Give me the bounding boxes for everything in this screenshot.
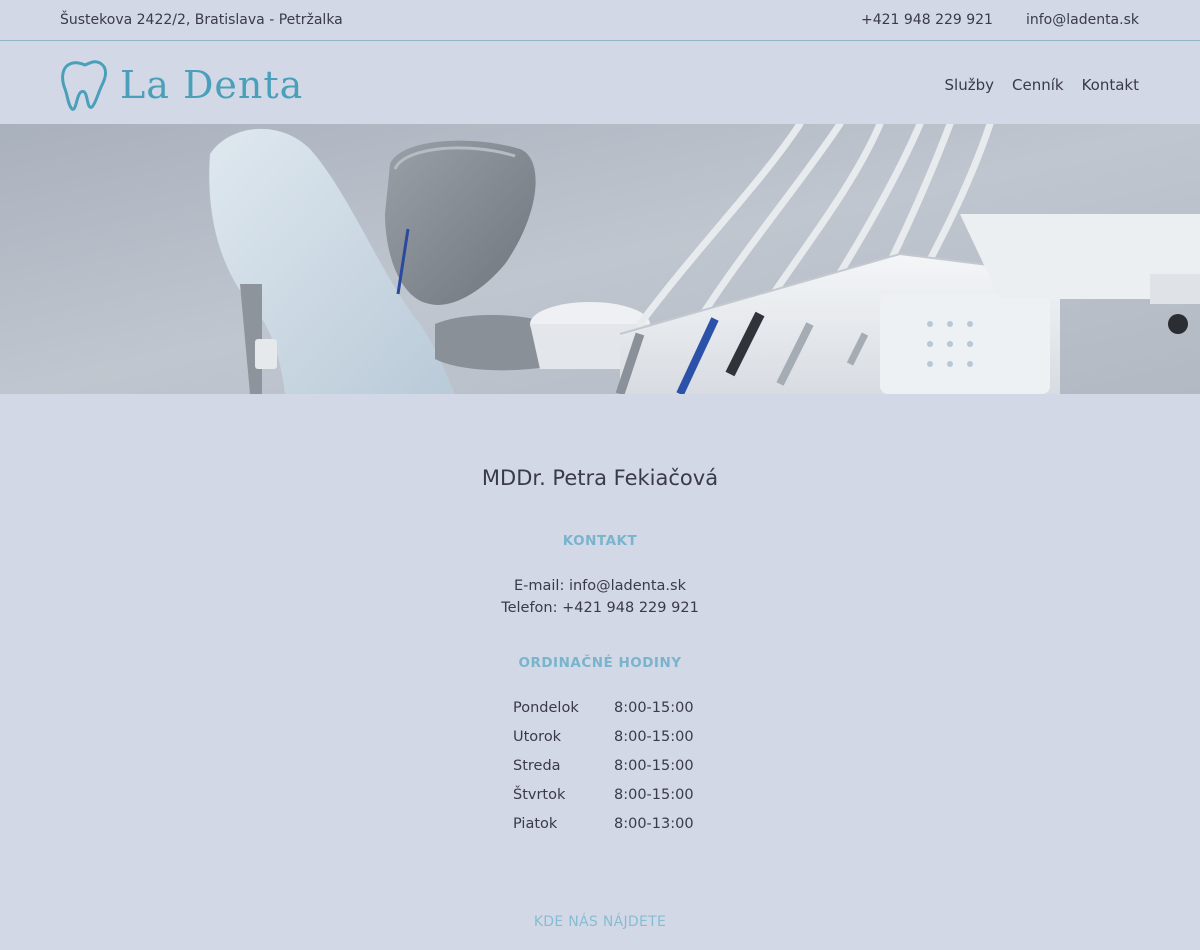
table-row: Štvrtok 8:00-15:00: [513, 787, 694, 816]
time-value: 8:00-15:00: [614, 700, 694, 716]
contact-section-title: KONTAKT: [562, 533, 638, 549]
day-label: Piatok: [513, 816, 558, 832]
tooth-icon: [61, 60, 107, 111]
address-text: Šustekova 2422/2, Bratislava - Petržalka: [60, 12, 343, 28]
find-us-heading: KDE NÁS NÁJDETE: [533, 914, 667, 930]
time-value: 8:00-13:00: [614, 816, 694, 832]
contact-info: E-mail: info@ladenta.sk Telefon: +421 94…: [0, 575, 1200, 619]
logo[interactable]: La Denta: [60, 59, 303, 111]
table-row: Pondelok 8:00-15:00: [513, 700, 694, 729]
day-label: Pondelok: [513, 700, 579, 716]
hours-section-title: ORDINAČNÉ HODINY: [518, 655, 682, 671]
table-row: Piatok 8:00-13:00: [513, 816, 694, 845]
nav-item-cennik[interactable]: Cenník: [1012, 76, 1064, 94]
time-value: 8:00-15:00: [614, 729, 694, 745]
table-row: Utorok 8:00-15:00: [513, 729, 694, 758]
email-link[interactable]: info@ladenta.sk: [1026, 12, 1139, 28]
contact-phone-line[interactable]: Telefon: +421 948 229 921: [0, 597, 1200, 619]
site-header: La Denta Služby Cenník Kontakt: [0, 41, 1200, 124]
day-label: Štvrtok: [513, 787, 566, 803]
doctor-name: MDDr. Petra Fekiačová: [481, 466, 719, 490]
time-value: 8:00-15:00: [614, 758, 694, 774]
main-nav: Služby Cenník Kontakt: [945, 76, 1139, 94]
main-content: MDDr. Petra Fekiačová KONTAKT E-mail: in…: [0, 394, 1200, 950]
table-row: Streda 8:00-15:00: [513, 758, 694, 787]
day-label: Utorok: [513, 729, 562, 745]
logo-text: La Denta: [120, 63, 304, 107]
day-label: Streda: [513, 758, 561, 774]
phone-link[interactable]: +421 948 229 921: [861, 12, 993, 28]
nav-item-sluzby[interactable]: Služby: [945, 76, 994, 94]
time-value: 8:00-15:00: [614, 787, 694, 803]
top-bar: Šustekova 2422/2, Bratislava - Petržalka…: [0, 0, 1200, 41]
nav-item-kontakt[interactable]: Kontakt: [1082, 76, 1139, 94]
opening-hours-table: Pondelok 8:00-15:00 Utorok 8:00-15:00 St…: [513, 700, 694, 845]
hero-image: [0, 124, 1200, 394]
contact-email-line[interactable]: E-mail: info@ladenta.sk: [0, 575, 1200, 597]
